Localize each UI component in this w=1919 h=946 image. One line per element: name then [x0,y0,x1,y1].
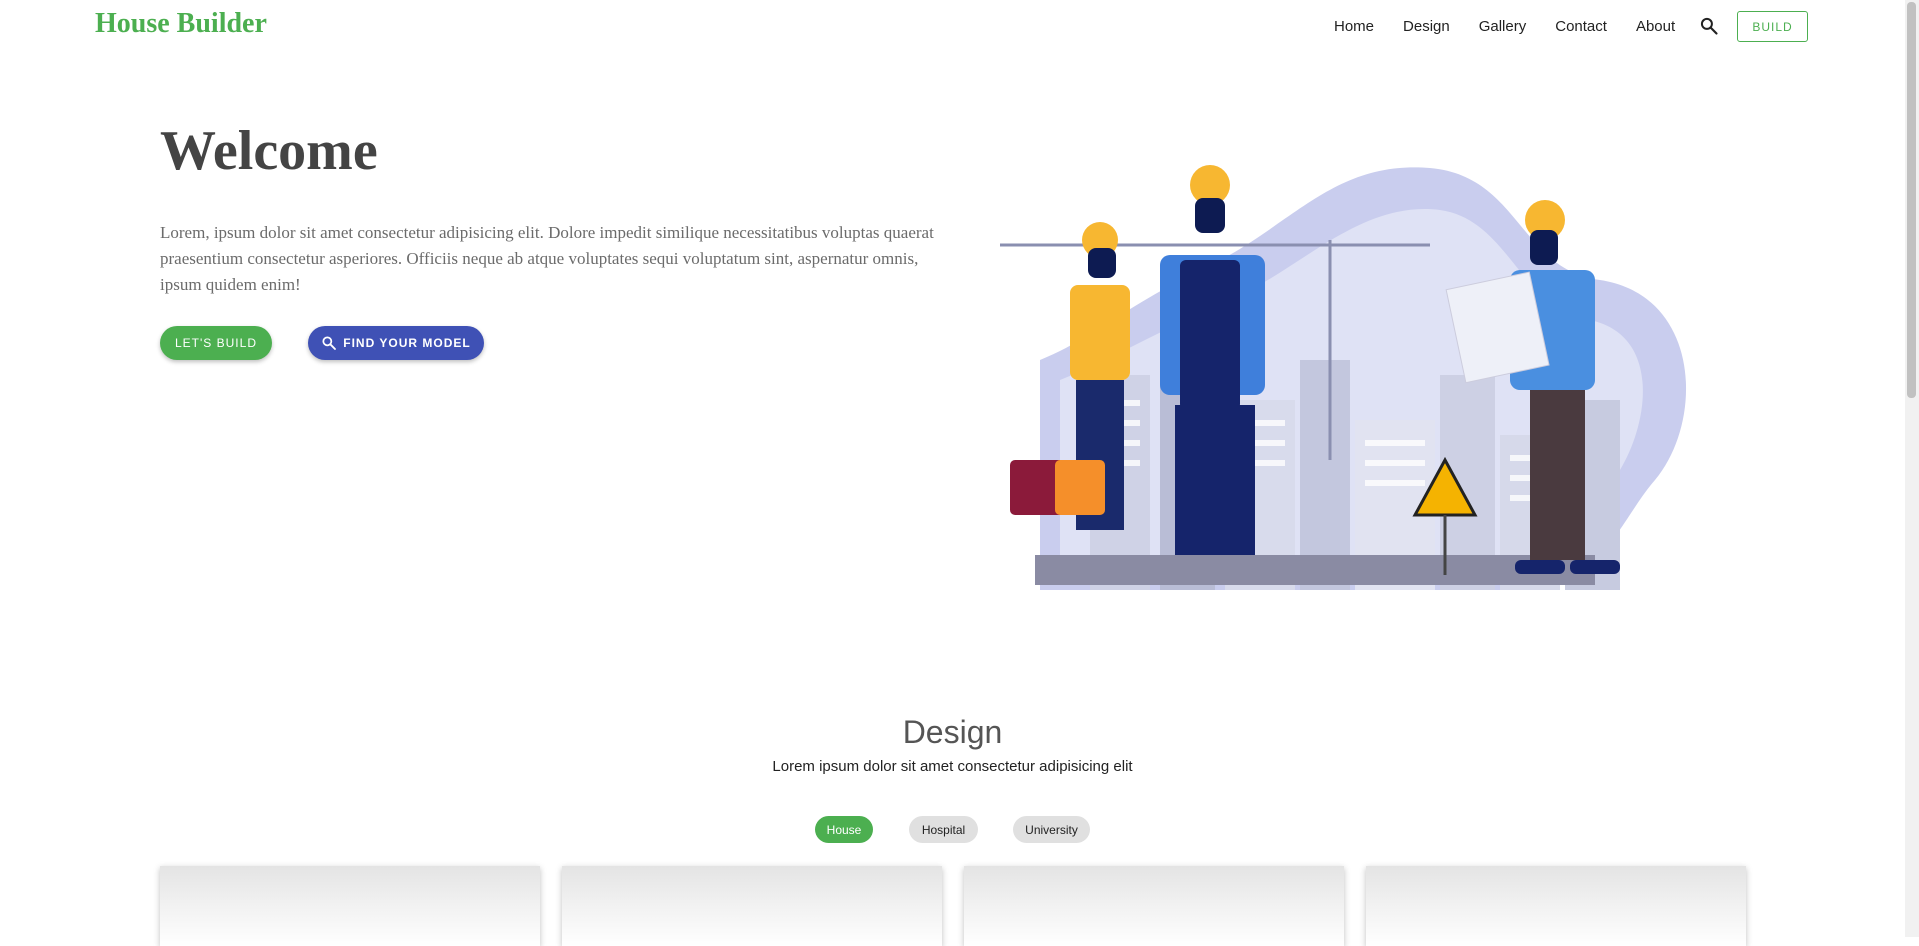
hero-description: Lorem, ipsum dolor sit amet consectetur … [160,223,934,294]
find-your-model-label: FIND YOUR MODEL [343,336,471,350]
design-card[interactable] [160,866,540,946]
nav-contact[interactable]: Contact [1555,18,1607,35]
nav-design[interactable]: Design [1403,18,1450,35]
find-your-model-button[interactable]: FIND YOUR MODEL [308,326,484,360]
design-card[interactable] [1366,866,1746,946]
search-icon[interactable] [1699,16,1719,36]
design-card[interactable] [964,866,1344,946]
header-build-button[interactable]: BUILD [1737,11,1808,42]
search-icon [322,336,337,350]
filter-chip-university[interactable]: University [1013,816,1090,843]
page-scrollbar[interactable] [1905,0,1919,937]
brand-logo[interactable]: House Builder [95,8,267,40]
lets-build-button[interactable]: LET'S BUILD [160,326,272,360]
design-section-subtitle: Lorem ipsum dolor sit amet consectetur a… [772,758,1133,775]
design-card[interactable] [562,866,942,946]
construction-workers-illustration [1000,160,1710,605]
main-nav: Home Design Gallery Contact About [1334,18,1704,35]
top-app-bar: House Builder Home Design Gallery Contac… [0,0,1905,56]
scrollbar-thumb[interactable] [1907,2,1916,398]
nav-gallery[interactable]: Gallery [1479,18,1527,35]
nav-about[interactable]: About [1636,18,1675,35]
hero-title: Welcome [160,120,378,182]
design-section-title: Design [902,714,1003,750]
nav-home[interactable]: Home [1334,18,1374,35]
filter-chip-house[interactable]: House [815,816,873,843]
filter-chip-hospital[interactable]: Hospital [909,816,978,843]
